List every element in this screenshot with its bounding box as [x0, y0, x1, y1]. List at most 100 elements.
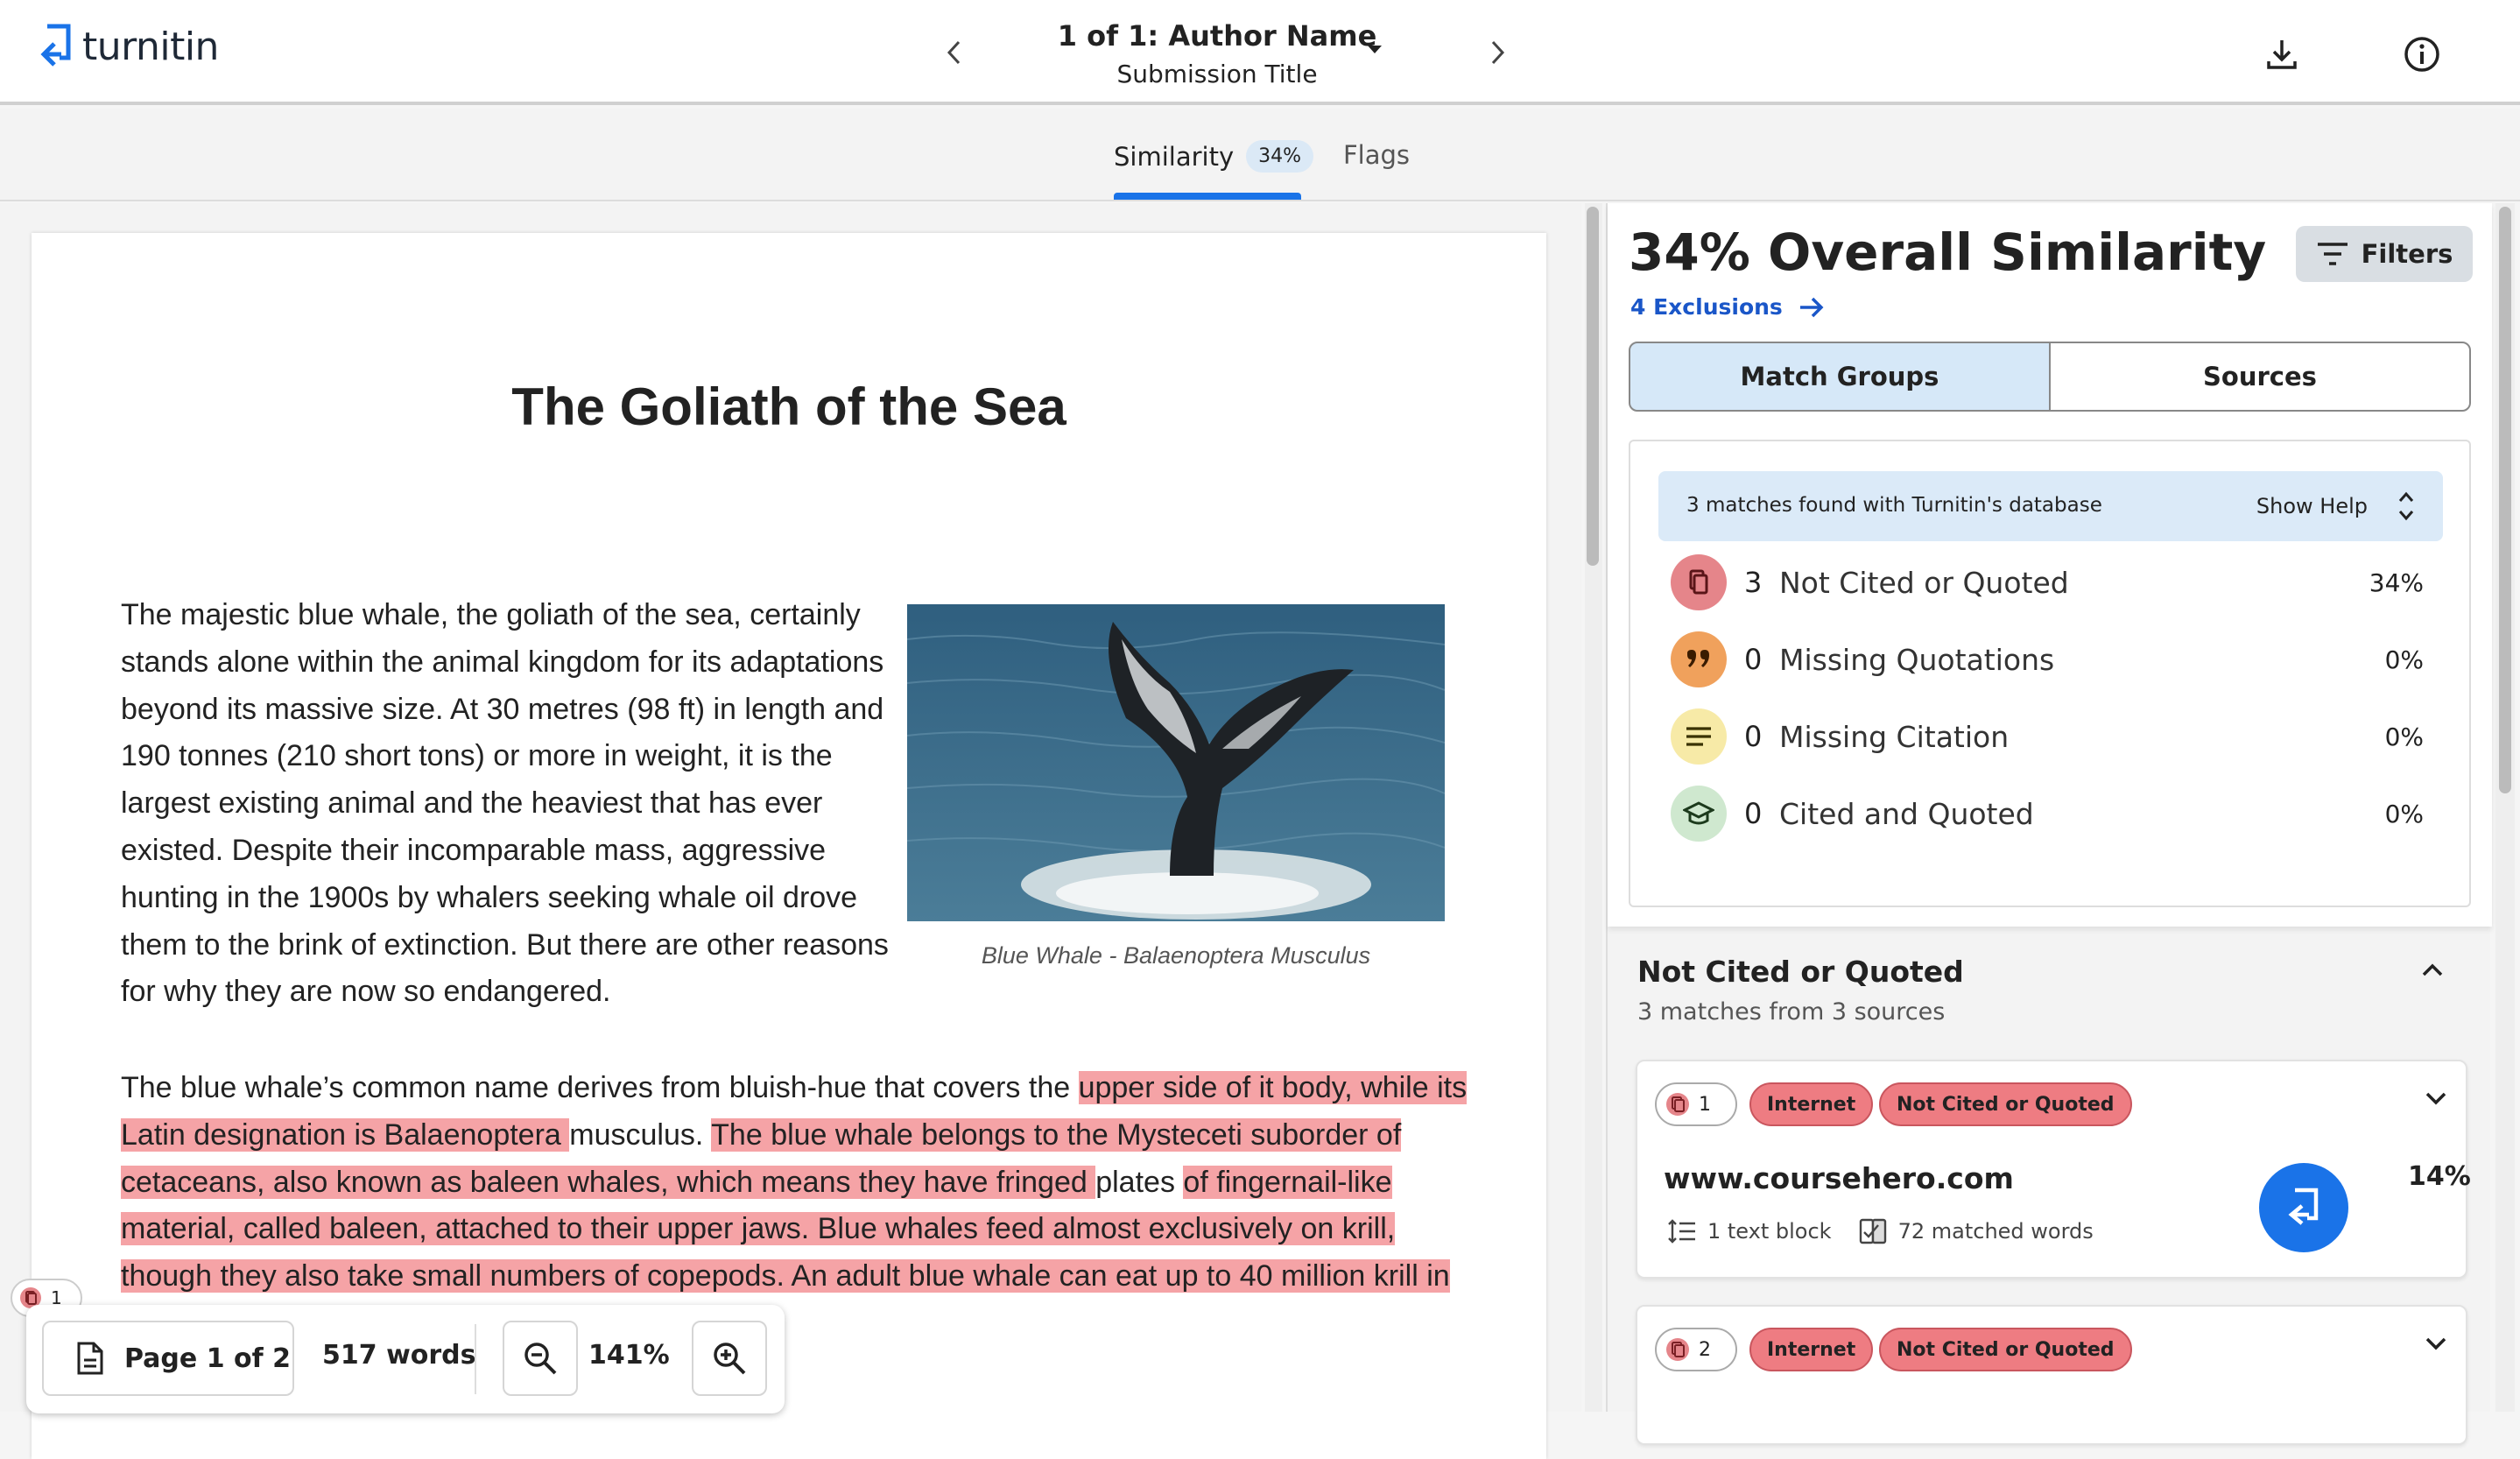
page-indicator[interactable]: Page 1 of 2 — [42, 1321, 294, 1396]
view-tabs: Similarity 34% Flags — [0, 109, 2520, 201]
tab-similarity[interactable]: Similarity 34% — [1114, 140, 1314, 173]
paragraph-2-text: plates — [1095, 1165, 1184, 1199]
turnitin-source-icon — [2288, 1188, 2319, 1225]
category-percent: 0% — [2384, 722, 2424, 751]
help-bar: 3 matches found with Turnitin's database… — [1658, 471, 2443, 541]
submission-author: 1 of 1: Author Name — [1057, 19, 1377, 53]
source-card[interactable]: 2 Internet Not Cited or Quoted — [1636, 1305, 2467, 1445]
match-categories: 3 matches found with Turnitin's database… — [1629, 440, 2471, 907]
chevron-right-icon — [1491, 40, 1505, 65]
word-count: 517 words — [322, 1340, 476, 1371]
filters-button[interactable]: Filters — [2296, 226, 2473, 282]
match-groups-label: Match Groups — [1740, 362, 1939, 391]
copy-match-icon — [1666, 1093, 1689, 1116]
tab-flags-label: Flags — [1343, 140, 1411, 170]
caret-down-icon[interactable] — [1368, 46, 1382, 53]
toolbar-divider — [475, 1324, 476, 1394]
category-label: Missing Citation — [1779, 719, 2010, 754]
category-not-cited[interactable]: 3 Not Cited or Quoted 34% — [1671, 552, 2424, 613]
exclusions-link[interactable]: 4 Exclusions — [1630, 294, 1825, 320]
download-button[interactable] — [2259, 32, 2305, 77]
section-title: Not Cited or Quoted — [1637, 955, 1964, 989]
copy-match-icon — [1666, 1338, 1689, 1361]
next-submission-button[interactable] — [1476, 32, 1518, 74]
match-number: 1 — [1699, 1093, 1711, 1116]
show-help-button[interactable]: Show Help — [2256, 494, 2368, 518]
image-caption: Blue Whale - Balaenoptera Musculus — [981, 942, 1371, 969]
whale-photo — [907, 604, 1445, 921]
sources-toggle[interactable]: Sources — [2049, 342, 2471, 412]
chevron-left-icon — [947, 40, 961, 65]
paragraph-1: The majestic blue whale, the goliath of … — [121, 598, 889, 1009]
sources-label: Sources — [2203, 362, 2317, 391]
scrollbar-thumb[interactable] — [1587, 207, 1599, 566]
category-count: 0 — [1744, 643, 1763, 676]
paragraph-2-text: The blue whale’s common name derives fro… — [121, 1071, 1079, 1104]
expand-collapse-icon[interactable] — [2396, 487, 2417, 525]
copy-icon — [1671, 554, 1727, 610]
active-tab-indicator — [1114, 193, 1301, 200]
arrow-right-icon — [1799, 297, 1824, 317]
quote-icon — [1671, 631, 1727, 687]
turnitin-logo: turnitin — [39, 23, 219, 74]
category-missing-citation[interactable]: 0 Missing Citation 0% — [1671, 706, 2424, 767]
document-page: The Goliath of the Sea The majestic blue… — [32, 233, 1546, 1459]
document-toolbar: Page 1 of 2 517 words 141% — [26, 1305, 785, 1413]
top-bar: turnitin 1 of 1: Author Name Submission … — [0, 0, 2520, 105]
category-count: 0 — [1744, 797, 1763, 830]
overall-similarity-title: 34% Overall Similarity — [1629, 222, 2267, 282]
category-chip: Not Cited or Quoted — [1879, 1082, 2132, 1126]
download-icon — [2267, 40, 2297, 69]
document-scrollbar[interactable] — [1585, 203, 1602, 1412]
info-button[interactable] — [2399, 32, 2445, 77]
tab-similarity-label: Similarity — [1114, 141, 1235, 172]
category-cited-and-quoted[interactable]: 0 Cited and Quoted 0% — [1671, 783, 2424, 844]
category-label: Missing Quotations — [1779, 642, 2055, 677]
source-type-chip: Internet — [1749, 1082, 1874, 1126]
chevron-up-icon[interactable] — [2420, 960, 2445, 981]
exclusions-label: 4 Exclusions — [1630, 294, 1783, 320]
source-percent: 14% — [2408, 1161, 2471, 1192]
zoom-out-button[interactable] — [503, 1321, 578, 1396]
text-lines-icon — [1671, 708, 1727, 765]
panel-scrollbar[interactable] — [2495, 203, 2515, 1412]
submission-selector[interactable]: 1 of 1: Author Name Submission Title — [1042, 19, 1392, 88]
matched-words-count: 72 matched words — [1897, 1219, 2094, 1244]
turnitin-logo-icon — [40, 24, 71, 67]
paragraph-2-text: musculus. — [569, 1117, 712, 1152]
logo-text: turnitin — [82, 24, 219, 69]
category-count: 3 — [1744, 566, 1763, 599]
similarity-panel: 34% Overall Similarity Filters 4 Exclusi… — [1606, 203, 2492, 1445]
source-type-chip: Internet — [1749, 1328, 1874, 1371]
similarity-badge: 34% — [1246, 140, 1314, 173]
section-subtitle: 3 matches from 3 sources — [1637, 998, 1946, 1026]
matches-found-text: 3 matches found with Turnitin's database — [1686, 494, 2102, 517]
document-icon — [77, 1342, 103, 1375]
category-label: Not Cited or Quoted — [1779, 565, 2069, 600]
filters-label: Filters — [2361, 239, 2453, 269]
matched-words-icon — [1859, 1218, 1886, 1244]
scrollbar-thumb[interactable] — [2499, 207, 2511, 793]
document-viewer: The Goliath of the Sea The majestic blue… — [0, 203, 1581, 1459]
view-source-button[interactable] — [2259, 1163, 2348, 1252]
text-block-count: 1 text block — [1707, 1219, 1832, 1244]
category-missing-quotations[interactable]: 0 Missing Quotations 0% — [1671, 629, 2424, 690]
previous-submission-button[interactable] — [933, 32, 975, 74]
match-groups-toggle[interactable]: Match Groups — [1629, 342, 2051, 412]
tab-flags[interactable]: Flags — [1343, 140, 1410, 170]
whale-tail-image — [907, 604, 1445, 921]
zoom-in-button[interactable] — [692, 1321, 767, 1396]
paragraph-2: The blue whale’s common name derives fro… — [121, 1065, 1487, 1300]
match-number: 2 — [1699, 1338, 1711, 1361]
match-number-chip: 2 — [1655, 1328, 1737, 1371]
chevron-down-icon[interactable] — [2424, 1333, 2448, 1354]
filter-icon — [2317, 243, 2348, 265]
source-name[interactable]: www.coursehero.com — [1664, 1161, 2014, 1195]
chevron-down-icon[interactable] — [2424, 1088, 2448, 1109]
document-title: The Goliath of the Sea — [511, 377, 1066, 436]
submission-title: Submission Title — [1116, 60, 1318, 88]
graduation-cap-icon — [1671, 786, 1727, 842]
source-card[interactable]: 1 Internet Not Cited or Quoted www.cours… — [1636, 1060, 2471, 1279]
category-label: Cited and Quoted — [1779, 796, 2034, 831]
category-percent: 0% — [2384, 645, 2424, 674]
